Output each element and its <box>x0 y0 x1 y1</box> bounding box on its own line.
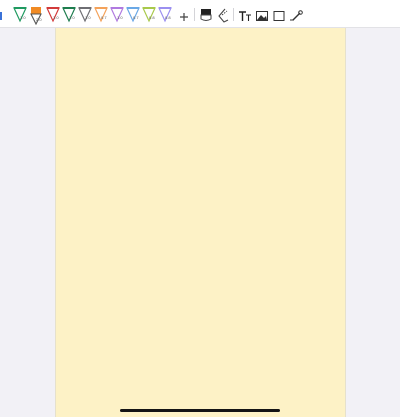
pen-size-label: 1.0 <box>53 15 59 20</box>
pen-size-label: 0.8 <box>149 15 155 20</box>
pen-size-label: 1.0 <box>85 15 91 20</box>
pen-size-label: 0.7 <box>101 15 107 20</box>
note-page[interactable] <box>55 28 346 417</box>
laser-pointer-icon <box>290 10 303 21</box>
pen-icon <box>13 7 27 23</box>
pen-green-tool[interactable]: 1.0 <box>12 3 28 25</box>
pen-icon <box>110 7 124 23</box>
pen-icon <box>30 7 42 26</box>
pen-dark-green-tool[interactable]: 1.0 <box>61 3 77 25</box>
pen-icon <box>142 7 156 23</box>
eraser-icon <box>200 9 212 21</box>
pen-size-label: 0.7 <box>133 15 139 20</box>
toolbar-divider <box>233 8 234 21</box>
laser-pointer-tool[interactable] <box>288 3 304 25</box>
pen-red-tool[interactable]: 1.0 <box>45 3 61 25</box>
pen-light-orange-tool[interactable]: 0.7 <box>93 3 109 25</box>
toolbar: 1.0 2.0 1.0 1.0 1.0 0.7 1.0 0.7 0.8 0.8 <box>0 0 400 28</box>
pen-icon <box>46 7 60 23</box>
lasso-icon <box>218 8 229 23</box>
left-edge-indicator <box>0 12 2 20</box>
pen-orange-tool-selected[interactable]: 2.0 <box>28 2 44 26</box>
pen-size-label: 1.0 <box>20 15 26 20</box>
pen-lavender-tool[interactable]: 0.8 <box>157 3 173 25</box>
toolbar-divider <box>194 8 195 21</box>
pen-size-label: 2.0 <box>36 17 42 22</box>
pen-icon <box>126 7 140 23</box>
image-icon <box>256 11 268 21</box>
pen-icon <box>78 7 92 23</box>
pen-size-label: 0.8 <box>165 15 171 20</box>
image-tool[interactable] <box>254 3 270 25</box>
eraser-tool[interactable] <box>198 3 214 25</box>
lasso-tool[interactable] <box>215 3 231 25</box>
pen-icon <box>94 7 108 23</box>
pen-yellow-green-tool[interactable]: 0.8 <box>141 3 157 25</box>
pen-purple-tool[interactable]: 1.0 <box>109 3 125 25</box>
text-tool[interactable] <box>237 3 253 25</box>
home-indicator[interactable] <box>120 409 280 412</box>
pen-size-label: 1.0 <box>117 15 123 20</box>
shape-tool[interactable] <box>271 3 287 25</box>
plus-icon <box>180 13 188 21</box>
pen-icon <box>62 7 76 23</box>
pen-gray-tool[interactable]: 1.0 <box>77 3 93 25</box>
pen-light-blue-tool[interactable]: 0.7 <box>125 3 141 25</box>
pen-size-label: 1.0 <box>69 15 75 20</box>
rectangle-icon <box>273 11 285 21</box>
text-icon <box>239 11 251 21</box>
add-pen-button[interactable] <box>176 3 192 25</box>
pen-icon <box>158 7 172 23</box>
